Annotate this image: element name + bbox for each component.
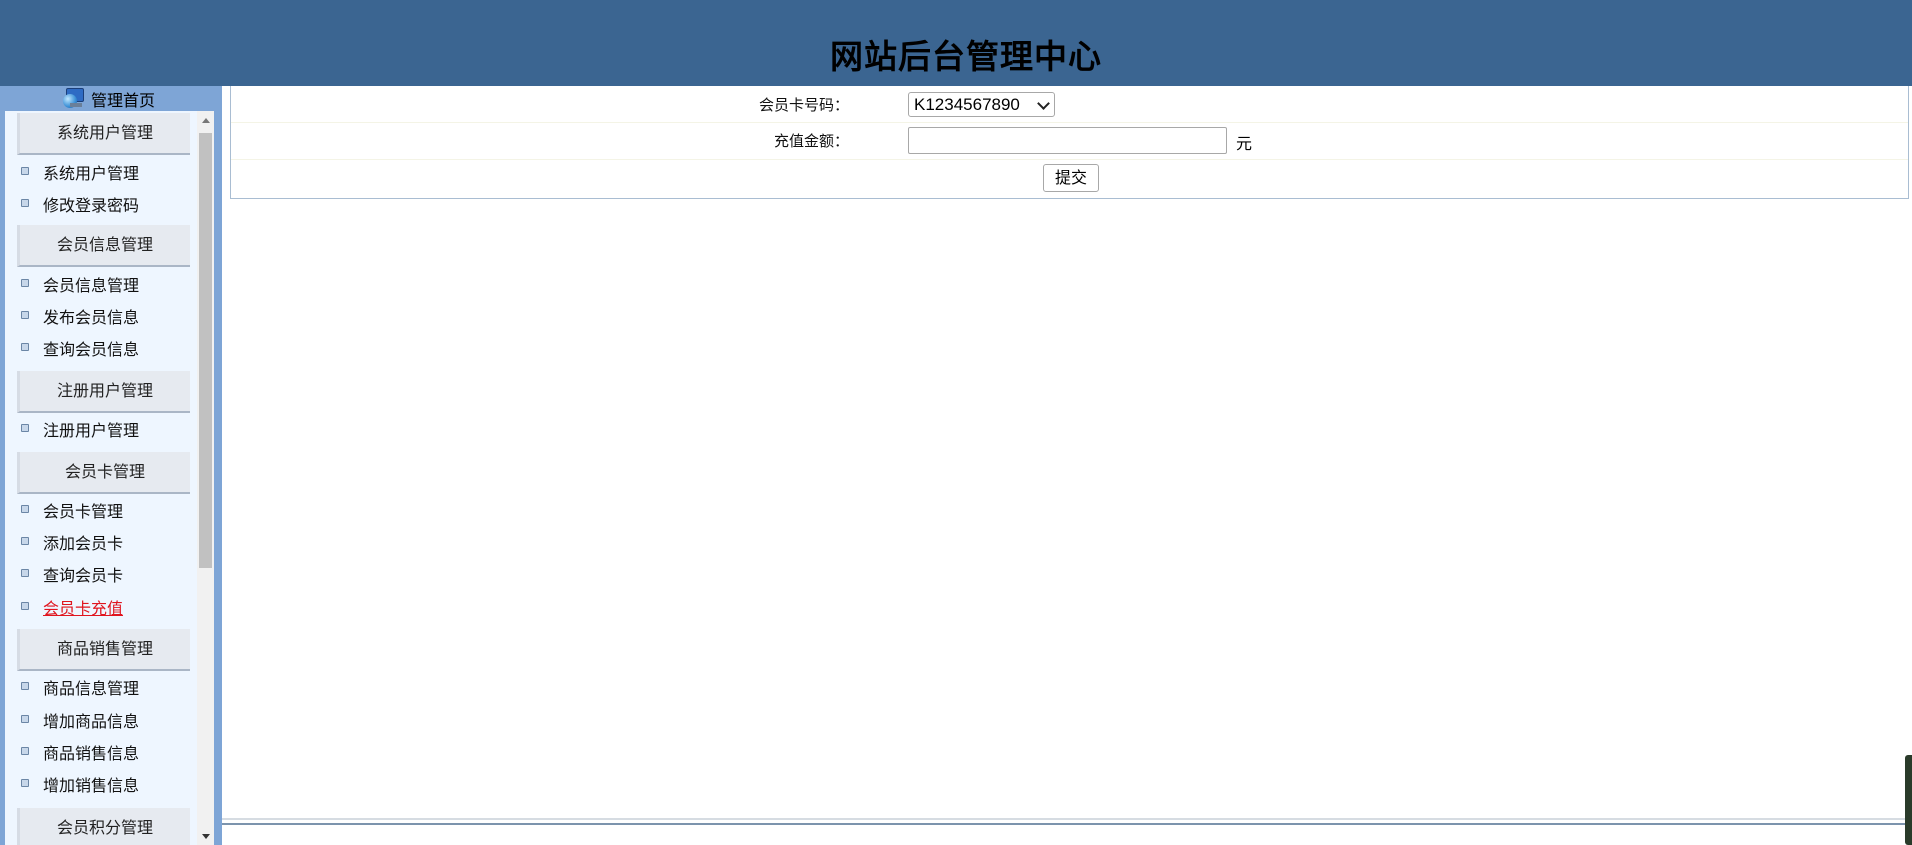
footer-divider <box>222 818 1912 820</box>
group-header-member-info[interactable]: 会员信息管理 <box>17 225 190 267</box>
scroll-up-arrow-icon[interactable] <box>197 111 214 128</box>
sidebar-scrollbar[interactable] <box>197 111 214 845</box>
home-link-label: 管理首页 <box>91 91 156 110</box>
group-header-points[interactable]: 会员积分管理 <box>17 808 190 845</box>
amount-input[interactable] <box>908 127 1227 154</box>
card-number-label: 会员卡号码： <box>758 96 849 114</box>
group-header-registered-users[interactable]: 注册用户管理 <box>17 371 190 413</box>
row-divider <box>231 159 1908 160</box>
bullet-icon <box>21 714 29 723</box>
bullet-icon <box>21 198 29 207</box>
frame-divider <box>222 86 229 845</box>
menu-item-product-info[interactable]: 商品信息管理 <box>21 677 139 701</box>
bullet-icon <box>21 536 29 545</box>
menu-item-member-info[interactable]: 会员信息管理 <box>21 274 139 298</box>
bullet-icon <box>21 342 29 351</box>
header-bar: 网站后台管理中心 <box>0 0 1912 86</box>
bullet-icon <box>21 310 29 319</box>
menu-item-member-card[interactable]: 会员卡管理 <box>21 500 123 524</box>
menu-item-add-product[interactable]: 增加商品信息 <box>21 710 139 734</box>
bullet-icon <box>21 778 29 787</box>
menu-item-add-sales[interactable]: 增加销售信息 <box>21 774 139 798</box>
menu-panel: 系统用户管理 系统用户管理 修改登录密码 会员信息管理 会员信息管理 发布会员信… <box>5 111 214 845</box>
footer-divider <box>222 823 1912 825</box>
menu-item-system-users[interactable]: 系统用户管理 <box>21 162 139 186</box>
group-header-sales[interactable]: 商品销售管理 <box>17 629 190 671</box>
bullet-icon <box>21 504 29 513</box>
row-divider <box>231 122 1908 123</box>
bullet-icon <box>21 681 29 690</box>
chevron-down-icon <box>1037 97 1050 110</box>
menu-item-publish-member[interactable]: 发布会员信息 <box>21 306 139 330</box>
bullet-icon <box>21 568 29 577</box>
menu-item-registered-users[interactable]: 注册用户管理 <box>21 419 139 443</box>
floating-side-widget[interactable] <box>1905 755 1912 845</box>
menu-item-query-member[interactable]: 查询会员信息 <box>21 338 139 362</box>
submit-button[interactable]: 提交 <box>1043 164 1099 192</box>
group-header-system-users[interactable]: 系统用户管理 <box>17 113 190 155</box>
menu-item-change-password[interactable]: 修改登录密码 <box>21 194 139 218</box>
bullet-icon <box>21 746 29 755</box>
menu-item-query-card[interactable]: 查询会员卡 <box>21 564 123 588</box>
recharge-form: 会员卡号码： K1234567890 充值金额： 元 提交 <box>230 86 1909 199</box>
menu-item-sales-info[interactable]: 商品销售信息 <box>21 742 139 766</box>
scroll-down-arrow-icon[interactable] <box>197 828 214 845</box>
bullet-icon <box>21 423 29 432</box>
currency-unit-label: 元 <box>1236 134 1253 153</box>
scroll-thumb[interactable] <box>199 133 212 568</box>
amount-label: 充值金额： <box>773 132 849 150</box>
card-number-value: K1234567890 <box>914 95 1020 114</box>
card-number-select[interactable]: K1234567890 <box>908 92 1055 117</box>
bullet-icon <box>21 166 29 175</box>
bullet-icon <box>21 601 29 610</box>
home-link[interactable]: 管理首页 <box>62 86 155 112</box>
menu-item-add-card[interactable]: 添加会员卡 <box>21 532 123 556</box>
page-title: 网站后台管理中心 <box>830 37 1102 76</box>
group-header-member-card[interactable]: 会员卡管理 <box>17 452 190 494</box>
sidebar: 管理首页 系统用户管理 系统用户管理 修改登录密码 会员信息管理 会员信息管理 … <box>0 86 222 845</box>
menu-item-card-recharge[interactable]: 会员卡充值 <box>21 597 123 621</box>
computer-globe-icon <box>62 86 88 112</box>
bullet-icon <box>21 278 29 287</box>
